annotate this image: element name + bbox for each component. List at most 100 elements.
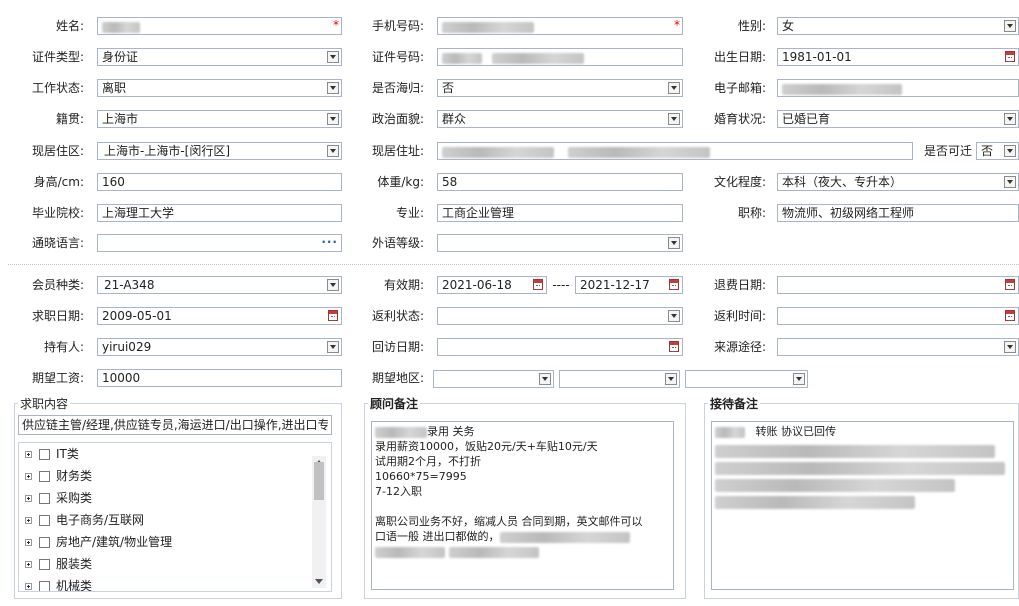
scroll-thumb[interactable] [314, 462, 324, 500]
chevron-down-icon[interactable] [1004, 341, 1016, 353]
valid-end-input[interactable]: 2021-12-17 [575, 276, 683, 294]
title-input[interactable]: 物流师、初级网络工程师 [777, 204, 1019, 222]
education-select[interactable]: 本科（夜大、专升本） [777, 173, 1019, 191]
work-status-label: 工作状态: [31, 81, 84, 95]
chevron-down-icon[interactable] [1004, 145, 1016, 157]
job-summary-input[interactable]: 供应链主管/经理,供应链专员,海运进口/出口操作,进出口专 [18, 415, 332, 435]
foreign-level-select[interactable] [437, 234, 683, 252]
job-date-input[interactable]: 2009-05-01 [97, 307, 342, 325]
visit-date-input[interactable] [437, 338, 683, 356]
rebate-time-input[interactable] [777, 307, 1019, 325]
gender-select[interactable]: 女 [777, 17, 1019, 35]
reception-notes-textarea[interactable]: 转账 协议已回传 [711, 421, 1014, 590]
refund-date-label: 退费日期: [713, 278, 766, 292]
tree-item[interactable]: 电子商务/互联网 [25, 511, 144, 529]
chevron-down-icon[interactable] [665, 373, 677, 385]
calendar-icon[interactable] [328, 310, 338, 321]
salary-input[interactable]: 10000 [97, 369, 342, 387]
expand-icon[interactable] [25, 495, 32, 502]
expand-icon[interactable] [25, 561, 32, 568]
checkbox[interactable] [39, 559, 50, 570]
tree-item[interactable]: 采购类 [25, 489, 92, 507]
tree-item[interactable]: 服装类 [25, 555, 92, 573]
chevron-down-icon[interactable] [1004, 113, 1016, 125]
work-status-select[interactable]: 离职 [97, 79, 342, 97]
marital-select[interactable]: 已婚已育 [777, 110, 1019, 128]
region-province-select[interactable] [433, 370, 554, 388]
checkbox[interactable] [39, 537, 50, 548]
id-number-input[interactable] [437, 48, 683, 66]
region-city-select[interactable] [559, 370, 680, 388]
rebate-status-select[interactable] [437, 307, 683, 325]
scroll-down-icon[interactable] [315, 579, 323, 584]
chevron-down-icon[interactable] [327, 279, 339, 291]
residence-area-select[interactable]: 上海市-上海市-[闵行区] [97, 142, 342, 160]
language-input[interactable]: ··· [97, 234, 342, 252]
expand-icon[interactable] [25, 517, 32, 524]
calendar-icon[interactable] [669, 279, 679, 290]
political-select[interactable]: 群众 [437, 110, 683, 128]
job-date-label: 求职日期: [31, 309, 84, 323]
region-district-select[interactable] [685, 370, 808, 388]
calendar-icon[interactable] [1005, 279, 1015, 290]
chevron-down-icon[interactable] [539, 373, 551, 385]
native-place-select[interactable]: 上海市 [97, 110, 342, 128]
more-icon[interactable]: ··· [321, 235, 338, 250]
gender-label: 性别: [737, 19, 766, 33]
advisor-notes-textarea[interactable]: 录用 关务 录用薪资10000，饭贴20元/天+车贴10元/天 试用期2个月，不… [371, 421, 674, 590]
region-label: 期望地区: [371, 371, 424, 385]
refund-date-input[interactable] [777, 276, 1019, 294]
chevron-down-icon[interactable] [1004, 176, 1016, 188]
expand-icon[interactable] [25, 583, 32, 590]
tree-item[interactable]: IT类 [25, 445, 79, 463]
relocate-select[interactable]: 否 [976, 142, 1019, 160]
valid-start-input[interactable]: 2021-06-18 [437, 276, 547, 294]
mobile-input[interactable]: * [437, 17, 683, 35]
checkbox[interactable] [39, 471, 50, 482]
expand-icon[interactable] [25, 539, 32, 546]
tree-item[interactable]: 房地产/建筑/物业管理 [25, 533, 172, 551]
chevron-down-icon[interactable] [1004, 20, 1016, 32]
checkbox[interactable] [39, 449, 50, 460]
chevron-down-icon[interactable] [668, 113, 680, 125]
checkbox[interactable] [39, 493, 50, 504]
weight-input[interactable]: 58 [437, 173, 683, 191]
holder-select[interactable]: yirui029 [97, 338, 342, 356]
chevron-down-icon[interactable] [668, 237, 680, 249]
checkbox[interactable] [39, 581, 50, 591]
chevron-down-icon[interactable] [327, 82, 339, 94]
chevron-down-icon[interactable] [327, 113, 339, 125]
school-input[interactable]: 上海理工大学 [97, 204, 342, 222]
expand-icon[interactable] [25, 451, 32, 458]
chevron-down-icon[interactable] [668, 310, 680, 322]
major-input[interactable]: 工商企业管理 [437, 204, 683, 222]
visit-date-label: 回访日期: [371, 340, 424, 354]
calendar-icon[interactable] [533, 279, 543, 290]
school-label: 毕业院校: [31, 206, 84, 220]
calendar-icon[interactable] [669, 341, 679, 352]
member-type-select[interactable]: 21-A348 [97, 276, 342, 294]
id-type-select[interactable]: 身份证 [97, 48, 342, 66]
chevron-down-icon[interactable] [327, 51, 339, 63]
calendar-icon[interactable] [1005, 51, 1015, 62]
language-label: 通晓语言: [31, 236, 84, 250]
redacted-name [102, 22, 140, 33]
weight-label: 体重/kg: [377, 175, 424, 189]
tree-item[interactable]: 财务类 [25, 467, 92, 485]
expand-icon[interactable] [25, 473, 32, 480]
chevron-down-icon[interactable] [327, 341, 339, 353]
chevron-down-icon[interactable] [327, 145, 339, 157]
checkbox[interactable] [39, 515, 50, 526]
source-select[interactable] [777, 338, 1019, 356]
chevron-down-icon[interactable] [793, 373, 805, 385]
email-input[interactable] [777, 79, 1019, 97]
tree-scrollbar[interactable] [312, 456, 326, 588]
returnee-select[interactable]: 否 [437, 79, 683, 97]
birth-date-input[interactable]: 1981-01-01 [777, 48, 1019, 66]
address-input[interactable] [437, 142, 913, 160]
height-input[interactable]: 160 [97, 173, 342, 191]
name-input[interactable]: * [97, 17, 342, 35]
chevron-down-icon[interactable] [668, 82, 680, 94]
tree-item[interactable]: 机械类 [25, 577, 92, 591]
calendar-icon[interactable] [1005, 310, 1015, 321]
